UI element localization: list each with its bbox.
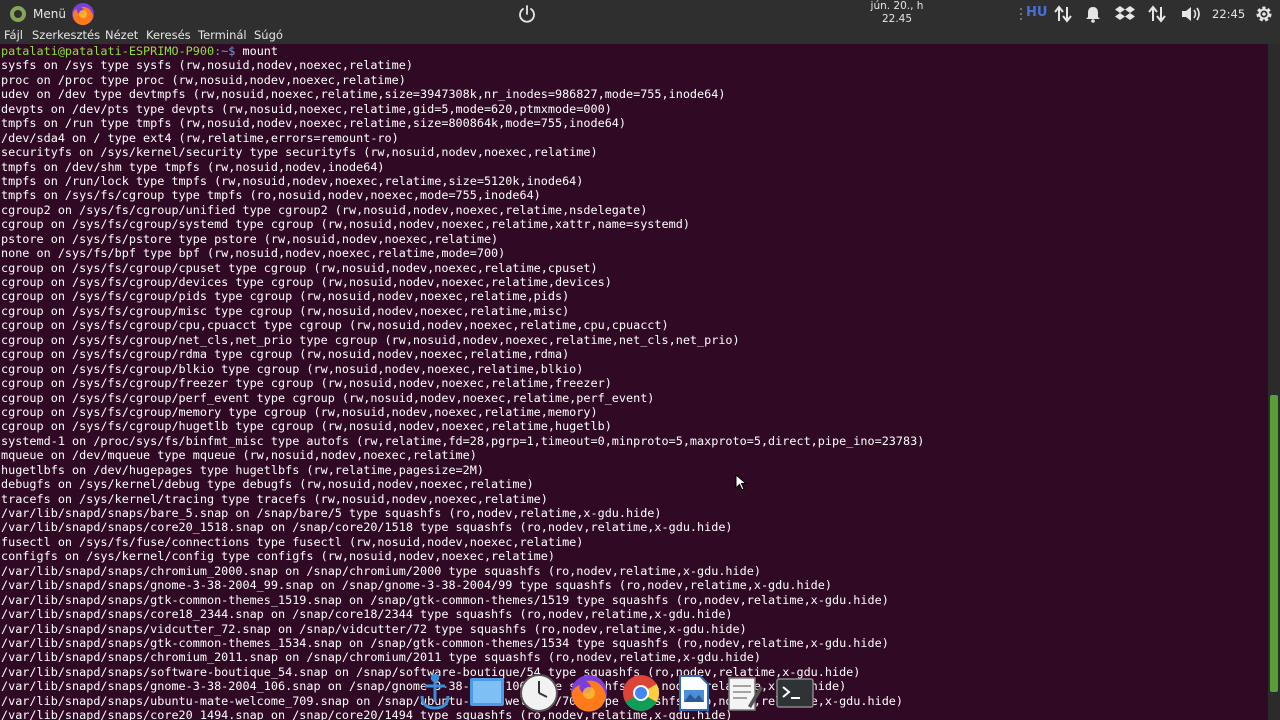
terminal-output[interactable]: patalati@patalati-ESPRIMO-P900:~$ mount … (0, 44, 1268, 720)
network-icon[interactable] (1147, 4, 1167, 24)
output-line: tmpfs on /run type tmpfs (rw,nosuid,node… (1, 116, 627, 131)
output-line: cgroup on /sys/fs/cgroup/blkio type cgro… (1, 361, 584, 376)
output-line: cgroup on /sys/fs/cgroup/rdma type cgrou… (1, 347, 570, 362)
dock (408, 666, 824, 720)
menu-terminal[interactable]: Terminál (198, 28, 247, 42)
output-line: /var/lib/snapd/snaps/chromium_2000.snap … (1, 563, 761, 578)
output-line: tmpfs on /sys/fs/cgroup type tmpfs (ro,n… (1, 188, 541, 203)
menu-file[interactable]: Fájl (4, 28, 23, 42)
output-line: /var/lib/snapd/snaps/gtk-common-themes_1… (1, 592, 889, 607)
firefox-launcher-button[interactable] (70, 1, 96, 27)
output-line: cgroup2 on /sys/fs/cgroup/unified type c… (1, 202, 648, 217)
menu-button[interactable]: Menü (4, 2, 66, 26)
output-line: cgroup on /sys/fs/cgroup/memory type cgr… (1, 404, 598, 419)
output-line: udev on /dev type devtmpfs (rw,nosuid,no… (1, 87, 726, 102)
output-line: /var/lib/snapd/snaps/bare_5.snap on /sna… (1, 506, 662, 520)
settings-gear-icon[interactable] (1254, 4, 1274, 24)
output-line: fusectl on /sys/fs/fuse/connections type… (1, 534, 584, 549)
output-line: cgroup on /sys/fs/cgroup/cpu,cpuacct typ… (1, 318, 669, 333)
output-line: cgroup on /sys/fs/cgroup/misc type cgrou… (1, 303, 570, 318)
output-line: configfs on /sys/kernel/config type conf… (1, 549, 555, 564)
output-line: tmpfs on /dev/shm type tmpfs (rw,nosuid,… (1, 159, 385, 174)
mouse-cursor-icon (735, 474, 747, 491)
prompt-command: mount (235, 44, 279, 58)
output-line: securityfs on /sys/kernel/security type … (1, 145, 598, 160)
text-editor-icon[interactable] (672, 672, 714, 714)
output-line: hugetlbfs on /dev/hugepages type hugetlb… (1, 462, 484, 477)
prompt-line: patalati@patalati-ESPRIMO-P900:~$ mount (1, 44, 924, 58)
output-line: pstore on /sys/fs/pstore type pstore (rw… (1, 231, 499, 246)
menu-logo-icon (10, 6, 26, 22)
system-tray: HU 22:45 (1014, 0, 1280, 28)
notes-icon[interactable] (722, 672, 764, 714)
date-line-2: 22.45 (881, 13, 913, 25)
tray-handle-icon (1020, 8, 1022, 20)
prompt-user: patalati@patalati-ESPRIMO-P900 (1, 44, 215, 58)
output-line: proc on /proc type proc (rw,nosuid,nodev… (1, 72, 406, 87)
output-line: cgroup on /sys/fs/cgroup/freezer type cg… (1, 376, 612, 391)
output-line: /var/lib/snapd/snaps/vidcutter_72.snap o… (1, 621, 747, 636)
menu-search[interactable]: Keresés (146, 28, 191, 42)
terminal-scrollbar[interactable] (1268, 44, 1280, 720)
output-line: cgroup on /sys/fs/cgroup/hugetlb type cg… (1, 419, 612, 434)
output-line: sysfs on /sys type sysfs (rw,nosuid,node… (1, 58, 413, 73)
output-line: /var/lib/snapd/snaps/core18_2344.snap on… (1, 607, 733, 622)
output-line: tracefs on /sys/kernel/tracing type trac… (1, 491, 548, 506)
output-line: tmpfs on /run/lock type tmpfs (rw,nosuid… (1, 173, 584, 188)
output-line: /dev/sda4 on / type ext4 (rw,relatime,er… (1, 130, 399, 145)
output-line: /var/lib/snapd/snaps/chromium_2011.snap … (1, 650, 761, 665)
notification-bell-icon[interactable] (1084, 5, 1102, 23)
firefox-icon (72, 3, 94, 26)
date-line-1: jún. 20., h (870, 0, 924, 12)
desktop-icon[interactable] (466, 672, 508, 714)
menu-view[interactable]: Nézet (105, 28, 138, 42)
power-icon (519, 5, 535, 23)
dropbox-icon[interactable] (1115, 5, 1135, 23)
keyboard-layout-indicator[interactable]: HU (1026, 5, 1047, 20)
output-line: none on /sys/fs/bpf type bpf (rw,nosuid,… (1, 246, 506, 261)
output-line: mqueue on /dev/mqueue type mqueue (rw,no… (1, 448, 477, 463)
power-button[interactable] (517, 4, 537, 24)
output-line: cgroup on /sys/fs/cgroup/devices type cg… (1, 275, 612, 289)
terminal-menubar: Fájl Szerkesztés Nézet Keresés Terminál … (0, 28, 1280, 44)
output-line: cgroup on /sys/fs/cgroup/pids type cgrou… (1, 289, 570, 304)
output-line: cgroup on /sys/fs/cgroup/cpuset type cgr… (1, 260, 598, 275)
output-line: /var/lib/snapd/snaps/gtk-common-themes_1… (1, 635, 889, 650)
output-line: debugfs on /sys/kernel/debug type debugf… (1, 477, 534, 492)
scrollbar-thumb[interactable] (1270, 395, 1278, 692)
date-display[interactable]: jún. 20., h 22.45 (860, 0, 934, 28)
output-line: /var/lib/snapd/snaps/gnome-3-38-2004_99.… (1, 578, 832, 593)
menu-help[interactable]: Súgó (254, 28, 283, 42)
file-manager-icon[interactable] (414, 672, 456, 714)
output-line: cgroup on /sys/fs/cgroup/systemd type cg… (1, 217, 690, 232)
volume-icon[interactable] (1180, 5, 1202, 23)
output-line: devpts on /dev/pts type devpts (rw,nosui… (1, 101, 612, 116)
clock-label[interactable]: 22:45 (1212, 7, 1245, 21)
chrome-icon[interactable] (620, 672, 662, 714)
terminal-icon[interactable] (774, 672, 816, 714)
output-line: cgroup on /sys/fs/cgroup/net_cls,net_pri… (1, 332, 740, 347)
output-line: cgroup on /sys/fs/cgroup/perf_event type… (1, 390, 655, 405)
prompt-path: :~$ (214, 44, 236, 58)
clock-icon[interactable] (518, 672, 560, 714)
output-line: /var/lib/snapd/snaps/core20_1518.snap on… (1, 520, 733, 535)
network-transfer-icon[interactable] (1053, 4, 1073, 24)
menu-edit[interactable]: Szerkesztés (32, 28, 100, 42)
top-panel: Menü jún. 20., h 22.45 HU 22:45 (0, 0, 1280, 28)
firefox-icon[interactable] (568, 672, 610, 714)
output-line: systemd-1 on /proc/sys/fs/binfmt_misc ty… (1, 433, 925, 448)
menu-label: Menü (33, 7, 66, 21)
output-lines: sysfs on /sys type sysfs (rw,nosuid,node… (1, 58, 924, 720)
